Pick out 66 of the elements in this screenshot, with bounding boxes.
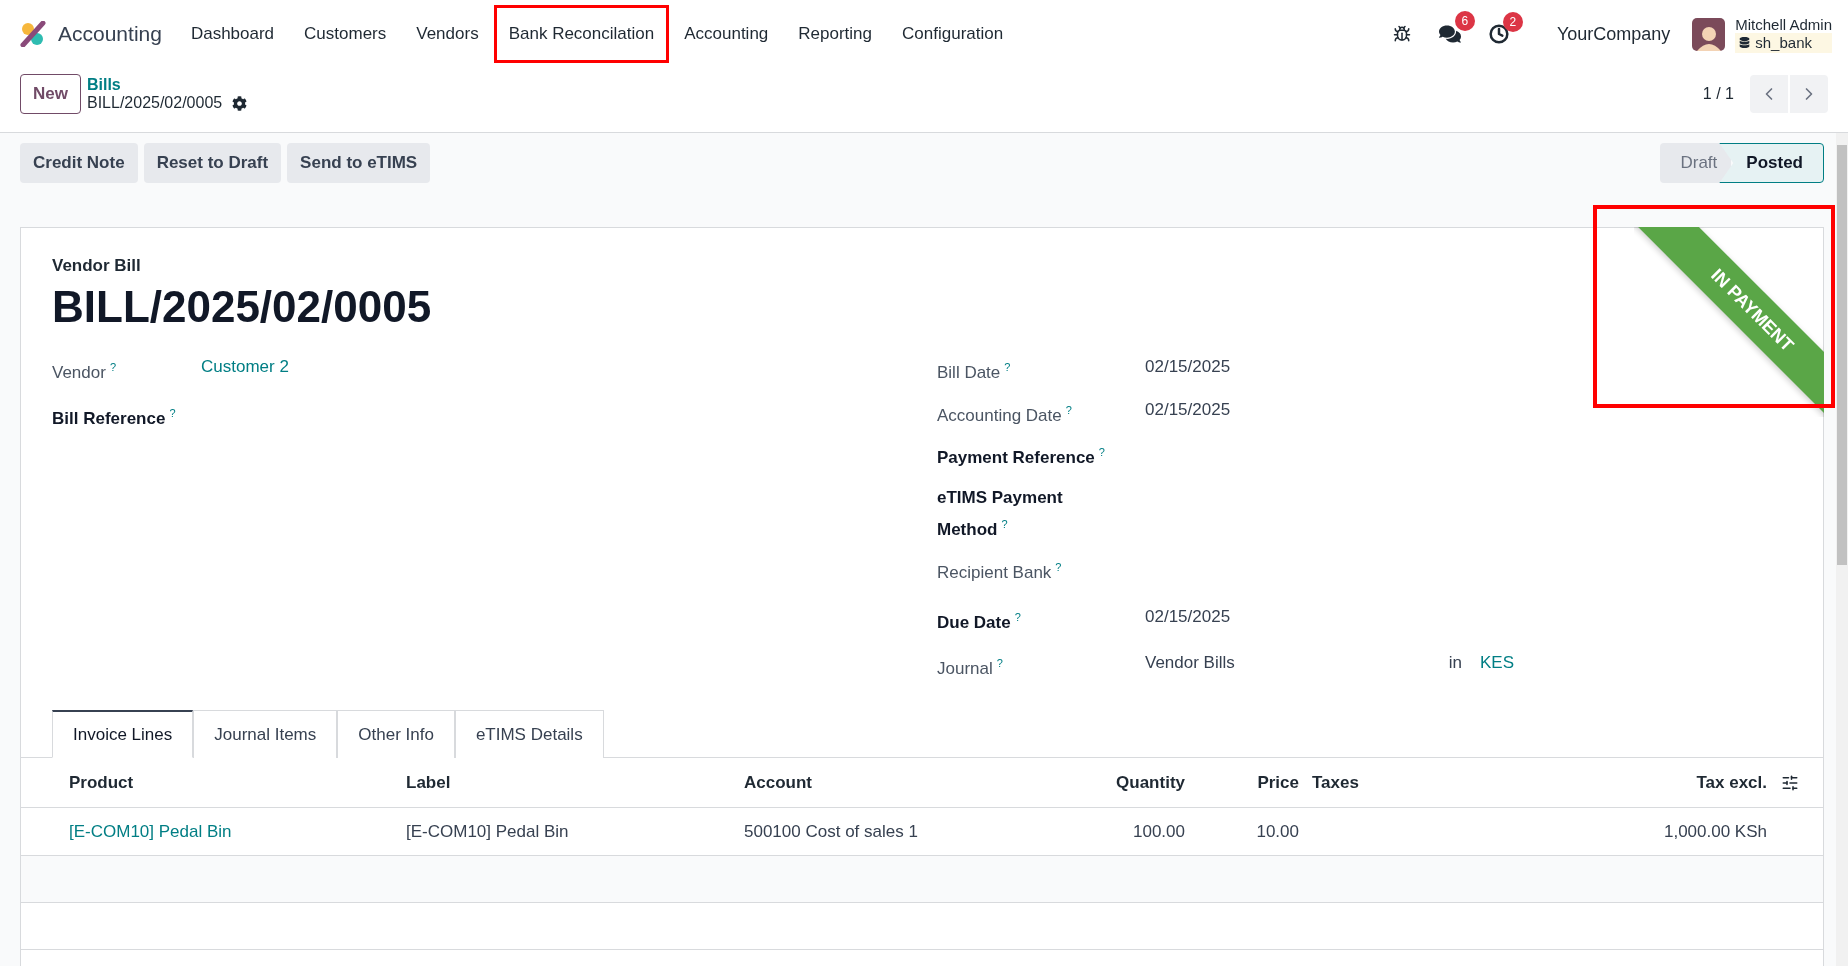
company-switcher[interactable]: YourCompany — [1550, 22, 1677, 46]
field-label: Bill Reference $^{?}$ — [52, 406, 177, 430]
field-label: Accounting Date $^{?}$ — [937, 403, 1073, 427]
document-title: BILL/2025/02/0005 — [52, 282, 432, 332]
field-label: Bill Date $^{?}$ — [937, 360, 1012, 384]
field-value: 02/15/2025 — [1145, 606, 1231, 628]
database-tag: sh_bank — [1735, 32, 1832, 53]
field-label: Journal $^{?}$ — [937, 656, 1004, 680]
clock-icon — [1488, 24, 1509, 44]
action-button[interactable]: Credit Note — [20, 143, 138, 183]
column-header[interactable]: Price — [1185, 772, 1299, 793]
settings-icon[interactable] — [232, 95, 248, 111]
count-badge: 6 — [1454, 11, 1475, 31]
field-connector: in — [1448, 652, 1462, 674]
column-header[interactable]: Quantity — [1085, 772, 1185, 793]
breadcrumb-link[interactable]: Bills — [86, 76, 248, 94]
table-cell-text: 10.00 — [1255, 821, 1299, 842]
action-button[interactable]: Reset to Draft — [143, 143, 282, 183]
column-settings-icon[interactable] — [1781, 773, 1799, 792]
table-cell-text: 1,000.00 KSh — [1662, 821, 1767, 842]
field-link[interactable]: Customer 2 — [201, 354, 289, 380]
field-label: Vendor $^{?}$ — [52, 360, 117, 384]
table-cell-text: 500100 Cost of sales 1 — [744, 821, 919, 842]
status-stage[interactable]: Posted — [1719, 143, 1824, 183]
field-label: Payment Reference $^{?}$ — [937, 445, 1106, 469]
notebook-tab[interactable]: Other Info — [337, 710, 455, 758]
menu-item[interactable]: Configuration — [887, 14, 1019, 54]
field-label: Due Date $^{?}$ — [937, 610, 1022, 634]
new-button[interactable]: New — [20, 74, 81, 114]
field-label: eTIMS Payment Method $^{?}$ — [937, 487, 1064, 541]
column-header[interactable]: Taxes — [1312, 772, 1512, 793]
pager-value[interactable]: 1 / 1 — [1702, 85, 1734, 103]
column-header[interactable]: Tax excl. — [1512, 772, 1767, 793]
clock-button[interactable]: 2 — [1488, 12, 1523, 44]
column-header[interactable]: Label — [406, 772, 744, 793]
column-header[interactable]: Account — [744, 772, 1085, 793]
database-icon — [1739, 36, 1751, 48]
table-cell[interactable]: [E-COM10] Pedal Bin — [69, 821, 406, 842]
notebook-tab[interactable]: eTIMS Details — [454, 710, 604, 758]
app-logo-icon — [20, 21, 46, 47]
chat-icon — [1438, 23, 1461, 45]
column-header[interactable]: Product — [69, 772, 406, 793]
field-value: 02/15/2025 — [1145, 399, 1231, 421]
chat-button[interactable]: 6 — [1438, 11, 1475, 45]
action-button[interactable]: Send to eTIMS — [287, 143, 431, 183]
menu-item[interactable]: Bank Reconcilation — [493, 5, 670, 63]
menu-item[interactable]: Dashboard — [175, 14, 290, 54]
field-label: Recipient Bank $^{?}$ — [937, 560, 1063, 584]
menu-item[interactable]: Reporting — [783, 14, 888, 54]
table-cell-text: 100.00 — [1132, 821, 1185, 842]
menu-item[interactable]: Vendors — [401, 14, 494, 54]
menu-item[interactable]: Customers — [289, 14, 402, 54]
field-value: Vendor Bills — [1145, 652, 1235, 674]
scrollbar-thumb[interactable] — [1837, 145, 1847, 565]
notebook-tab[interactable]: Invoice Lines — [52, 710, 194, 758]
menu-item[interactable]: Accounting — [669, 14, 784, 54]
notebook-tab[interactable]: Journal Items — [193, 710, 338, 758]
table-cell-text: [E-COM10] Pedal Bin — [406, 821, 570, 842]
user-name[interactable]: Mitchell Admin — [1735, 15, 1832, 33]
count-badge: 2 — [1502, 12, 1523, 32]
status-stage[interactable]: Draft — [1660, 143, 1732, 183]
currency-link[interactable]: KES — [1480, 650, 1515, 676]
field-value: 02/15/2025 — [1145, 356, 1231, 378]
avatar[interactable] — [1692, 17, 1726, 51]
app-name[interactable]: Accounting — [58, 22, 162, 46]
record-name: BILL/2025/02/0005 — [86, 94, 223, 112]
